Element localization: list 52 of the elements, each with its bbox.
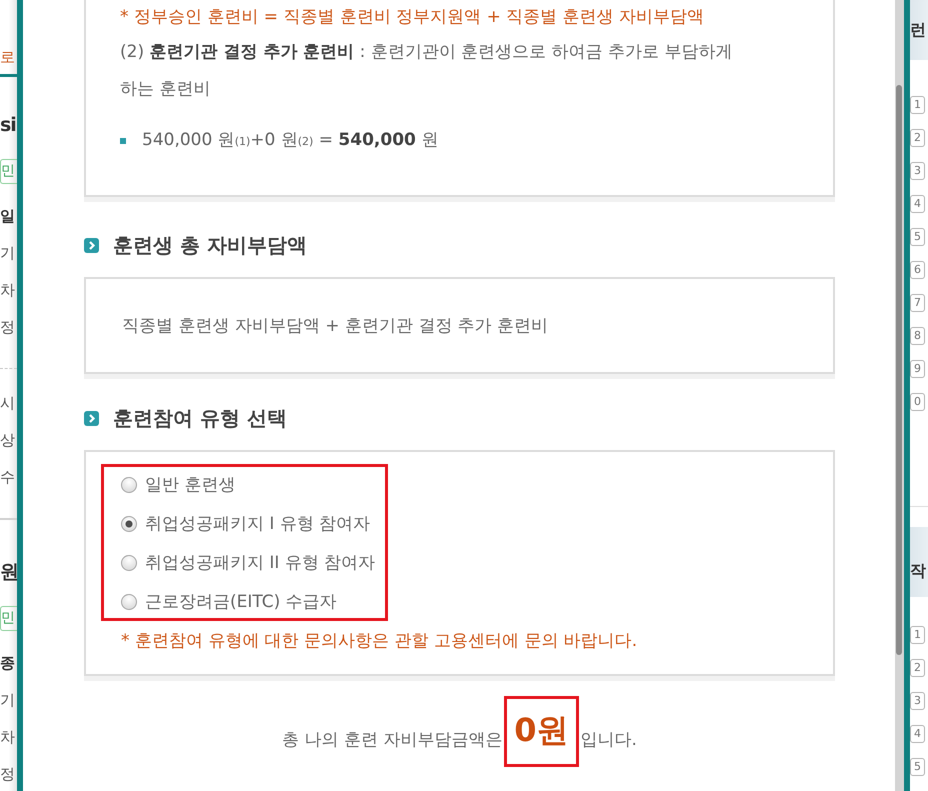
option-label[interactable]: 근로장려금(EITC) 수급자 [145,590,337,614]
list-item[interactable]: 기 [0,235,17,272]
chevron-icon [84,410,99,426]
description-text: 직종별 훈련생 자비부담액 + 훈련기관 결정 추가 훈련비 [122,315,550,338]
section-heading: 일 [0,206,16,227]
number-badge[interactable]: 2 [910,659,925,677]
panel-heading: 런 [910,20,926,40]
option-label[interactable]: 일반 훈련생 [145,473,236,497]
option-label[interactable]: 취업성공패키지 I 유형 참여자 [145,512,370,536]
radio-button[interactable] [121,516,137,532]
bullet-icon [120,138,126,144]
course-title: 원 [0,560,17,585]
number-badge[interactable]: 1 [910,96,925,114]
result-text: 총 나의 훈련 자비부담금액은 [282,730,502,750]
result-text: 입니다. [580,730,637,750]
radio-button[interactable] [121,594,137,610]
number-badge[interactable]: 2 [910,129,925,147]
scrollbar-thumb[interactable] [896,85,902,655]
scrollbar-track[interactable] [895,0,904,791]
note-text: * 정부승인 훈련비 = 직종별 훈련비 정부지원액 + 직종별 훈련생 자비부담액 [120,6,706,29]
number-badge[interactable]: 3 [910,692,925,710]
course-title: si [0,113,17,138]
list-item[interactable]: 차 [0,719,17,756]
number-badge[interactable]: 3 [910,162,925,180]
chevron-icon [84,238,99,252]
total-amount: 0원 [504,696,579,767]
number-badge[interactable]: 4 [910,725,925,743]
section-heading: 종 [0,653,16,674]
number-badge[interactable]: 7 [910,294,925,312]
number-badge[interactable]: 5 [910,758,925,776]
list-item[interactable]: 정 [0,309,17,346]
radio-button[interactable] [121,555,137,571]
number-badge[interactable]: 6 [910,261,925,279]
number-badge[interactable]: 8 [910,327,925,345]
list-item[interactable]: 차 [0,272,17,309]
list-item[interactable]: 상 [0,422,17,459]
number-badge[interactable]: 9 [910,360,925,378]
note-text: * 훈련참여 유형에 대한 문의사항은 관할 고용센터에 문의 바랍니다. [120,630,638,653]
number-badge[interactable]: 1 [910,626,925,644]
option-label[interactable]: 취업성공패키지 II 유형 참여자 [145,551,376,575]
number-badge[interactable]: 5 [910,228,925,246]
list-item[interactable]: 수 [0,459,17,496]
panel-heading: 작 [910,561,926,581]
list-item[interactable]: 시 [0,385,17,422]
number-badge[interactable]: 4 [910,195,925,213]
list-item[interactable]: 정 [0,756,17,791]
description-text: (2) 훈련기관 결정 추가 훈련비 : 훈련기관이 훈련생으로 하여금 추가로 부담하게 하는 훈련비 [120,41,734,101]
section-heading: 훈련생 총 자비부담액 [113,232,307,259]
radio-button[interactable] [121,477,137,493]
section-heading: 훈련참여 유형 선택 [113,405,287,432]
number-badge[interactable]: 0 [910,393,925,411]
list-item[interactable]: 기 [0,682,17,719]
